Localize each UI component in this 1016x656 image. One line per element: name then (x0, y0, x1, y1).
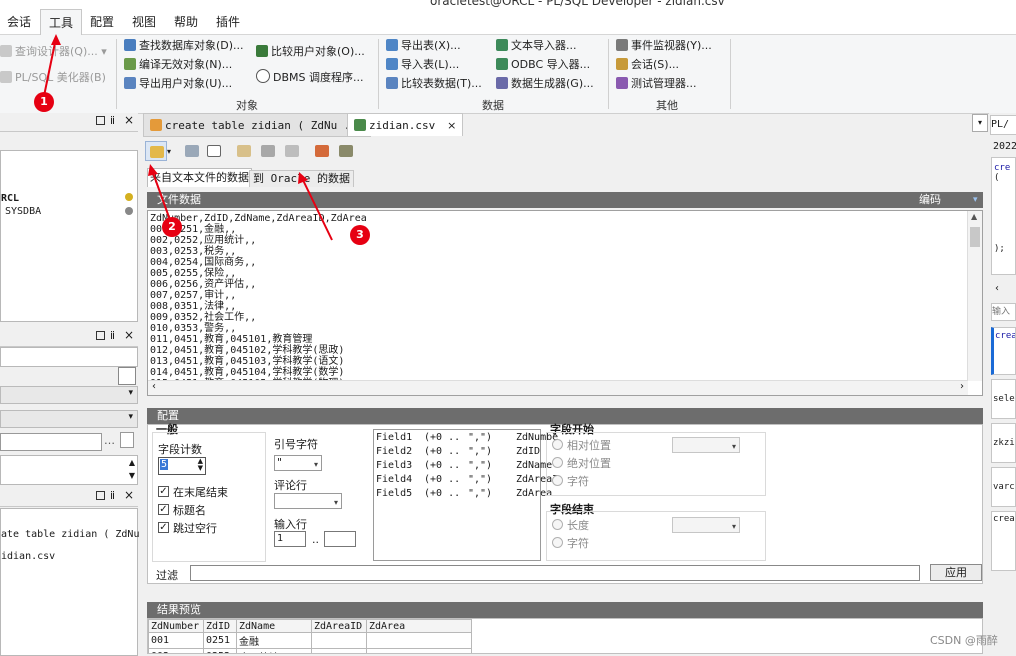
watermark: CSDN @雨醉 (930, 634, 998, 647)
annotation-arrow-2 (151, 169, 171, 221)
annotation-badge-1: 1 (34, 92, 54, 112)
annotation-overlay (43, 34, 333, 241)
annotation-badge-2: 2 (162, 217, 182, 237)
annotation-badge-3: 3 (350, 225, 370, 245)
annotation-arrow-1 (43, 37, 57, 97)
arrow-head-icon (51, 34, 61, 45)
annotation-arrow-3 (301, 177, 333, 241)
arrow-head-icon (148, 164, 158, 176)
